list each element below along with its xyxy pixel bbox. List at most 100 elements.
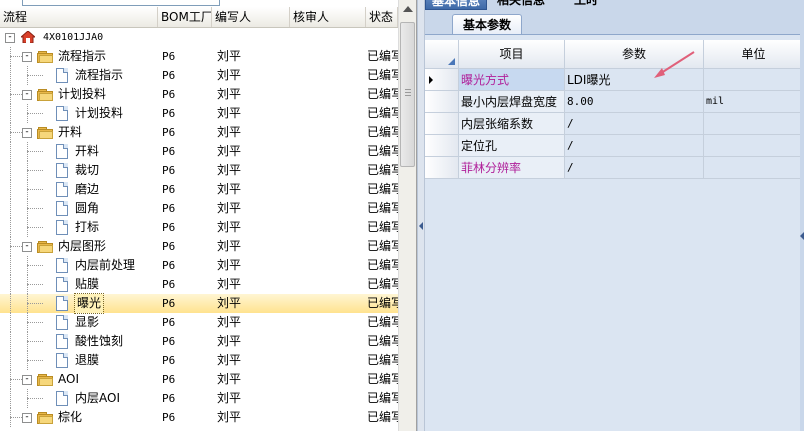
collapse-toggle-icon[interactable]: -	[22, 52, 32, 62]
row-selector[interactable]	[425, 91, 459, 113]
param-value-cell[interactable]: /	[565, 113, 704, 135]
tree-group-row[interactable]: - 棕化 P6 刘平 已编写	[0, 408, 398, 427]
tree-row[interactable]: 内层AOI P6 刘平 已编写	[0, 389, 398, 408]
right-edge-splitter[interactable]	[800, 0, 804, 431]
writer-cell: 刘平	[217, 277, 242, 291]
tab-work-hours[interactable]: 工时	[568, 0, 604, 8]
tree-root-row[interactable]: - 4X0101JJA0	[0, 28, 398, 47]
grid-row[interactable]: 内层张缩系数 /	[425, 113, 804, 135]
grid-header-unit[interactable]: 单位	[704, 40, 804, 69]
status-cell: 已编写	[367, 334, 398, 348]
tree-row[interactable]: 退膜 P6 刘平 已编写	[0, 351, 398, 370]
param-value-cell[interactable]: /	[565, 157, 704, 179]
param-unit-cell[interactable]	[704, 135, 804, 157]
tree-row[interactable]: 打标 P6 刘平 已编写	[0, 218, 398, 237]
tree-row[interactable]: 裁切 P6 刘平 已编写	[0, 161, 398, 180]
status-cell	[367, 28, 398, 47]
col-writer-header[interactable]: 编写人	[212, 7, 290, 27]
row-selector[interactable]	[425, 113, 459, 135]
tree-group-row[interactable]: - 计划投料 P6 刘平 已编写	[0, 85, 398, 104]
tree-row[interactable]: 内层前处理 P6 刘平 已编写	[0, 256, 398, 275]
tree-group-label: 计划投料	[58, 87, 107, 101]
bom-cell: P6	[162, 107, 176, 120]
tree-item-label: 开料	[75, 144, 100, 158]
tree-row[interactable]: 贴膜 P6 刘平 已编写	[0, 275, 398, 294]
collapse-left-icon[interactable]	[419, 222, 423, 230]
writer-cell: 刘平	[217, 49, 242, 63]
scroll-up-icon[interactable]	[403, 6, 413, 12]
tree-group-row[interactable]: - 内层图形 P6 刘平 已编写	[0, 237, 398, 256]
status-cell: 已编写	[367, 391, 398, 405]
col-bom-header[interactable]: BOM工厂	[158, 7, 212, 27]
collapse-toggle-icon[interactable]: -	[22, 413, 32, 423]
tree-row[interactable]: 磨边 P6 刘平 已编写	[0, 180, 398, 199]
col-status-header[interactable]: 状态	[366, 7, 398, 27]
col-reviewer-header[interactable]: 核审人	[290, 7, 366, 27]
bom-cell: P6	[162, 69, 176, 82]
scroll-thumb[interactable]	[400, 22, 415, 167]
collapse-toggle-icon[interactable]: -	[22, 90, 32, 100]
writer-cell: 刘平	[217, 296, 242, 310]
bom-cell	[162, 28, 212, 47]
reviewer-cell	[293, 313, 363, 332]
document-icon	[56, 353, 68, 368]
col-flow-header[interactable]: 流程	[0, 7, 158, 27]
tree-item-label: 显影	[75, 315, 100, 329]
tree-row[interactable]: 流程指示 P6 刘平 已编写	[0, 66, 398, 85]
writer-cell: 刘平	[217, 220, 242, 234]
pane-splitter[interactable]	[417, 0, 425, 431]
tree-group-row[interactable]: - 开料 P6 刘平 已编写	[0, 123, 398, 142]
tab-basic-info[interactable]: 基本信息	[425, 0, 488, 10]
grid-row[interactable]: 菲林分辨率 /	[425, 157, 804, 179]
tree-row[interactable]: 计划投料 P6 刘平 已编写	[0, 104, 398, 123]
status-cell: 已编写	[367, 106, 398, 120]
tree-item-label: 曝光	[73, 293, 105, 314]
tree-row[interactable]: 酸性蚀刻 P6 刘平 已编写	[0, 332, 398, 351]
reviewer-cell	[293, 142, 363, 161]
writer-cell: 刘平	[217, 201, 242, 215]
writer-cell: 刘平	[217, 239, 242, 253]
tree-row[interactable]: 圆角 P6 刘平 已编写	[0, 199, 398, 218]
grid-header-item[interactable]: 项目	[459, 40, 565, 69]
bom-cell: P6	[162, 183, 176, 196]
param-value-cell[interactable]: 8.00	[565, 91, 704, 113]
document-icon	[56, 182, 68, 197]
tab-basic-params[interactable]: 基本参数	[452, 14, 522, 34]
tree-group-row[interactable]: - AOI P6 刘平 已编写	[0, 370, 398, 389]
row-selector[interactable]	[425, 157, 459, 179]
status-cell: 已编写	[367, 68, 398, 82]
param-value-cell[interactable]: /	[565, 135, 704, 157]
tree-row[interactable]: 开料 P6 刘平 已编写	[0, 142, 398, 161]
grid-corner[interactable]	[425, 40, 459, 69]
grid-row[interactable]: 定位孔 /	[425, 135, 804, 157]
reviewer-cell	[293, 408, 363, 427]
collapse-toggle-icon[interactable]: -	[22, 128, 32, 138]
writer-cell: 刘平	[217, 372, 242, 386]
writer-cell: 刘平	[217, 163, 242, 177]
collapse-toggle-icon[interactable]: -	[22, 242, 32, 252]
param-item-cell: 定位孔	[459, 135, 565, 157]
collapse-toggle-icon[interactable]: -	[22, 375, 32, 385]
tree-item-label: 退膜	[75, 353, 100, 367]
grid-row[interactable]: 曝光方式 LDI曝光	[425, 69, 804, 91]
tab-related-info[interactable]: 相关信息	[491, 0, 551, 8]
status-cell: 已编写	[367, 49, 398, 63]
folder-icon	[37, 89, 53, 101]
param-unit-cell[interactable]: mil	[704, 91, 804, 113]
collapse-right-icon[interactable]	[800, 232, 804, 240]
tree-row[interactable]: 曝光 P6 刘平 已编写	[0, 293, 398, 314]
param-unit-cell[interactable]	[704, 157, 804, 179]
status-cell: 已编写	[367, 163, 398, 177]
tree-group-row[interactable]: - 流程指示 P6 刘平 已编写	[0, 47, 398, 66]
tree-vertical-scrollbar[interactable]	[398, 0, 416, 431]
row-selector[interactable]	[425, 135, 459, 157]
collapse-toggle-icon[interactable]: -	[5, 33, 15, 43]
row-selector[interactable]	[425, 69, 459, 91]
reviewer-cell	[293, 161, 363, 180]
grid-row[interactable]: 最小内层焊盘宽度 8.00 mil	[425, 91, 804, 113]
document-icon	[56, 296, 68, 311]
document-icon	[56, 334, 68, 349]
param-unit-cell[interactable]	[704, 69, 804, 91]
tree-row[interactable]: 显影 P6 刘平 已编写	[0, 313, 398, 332]
param-unit-cell[interactable]	[704, 113, 804, 135]
